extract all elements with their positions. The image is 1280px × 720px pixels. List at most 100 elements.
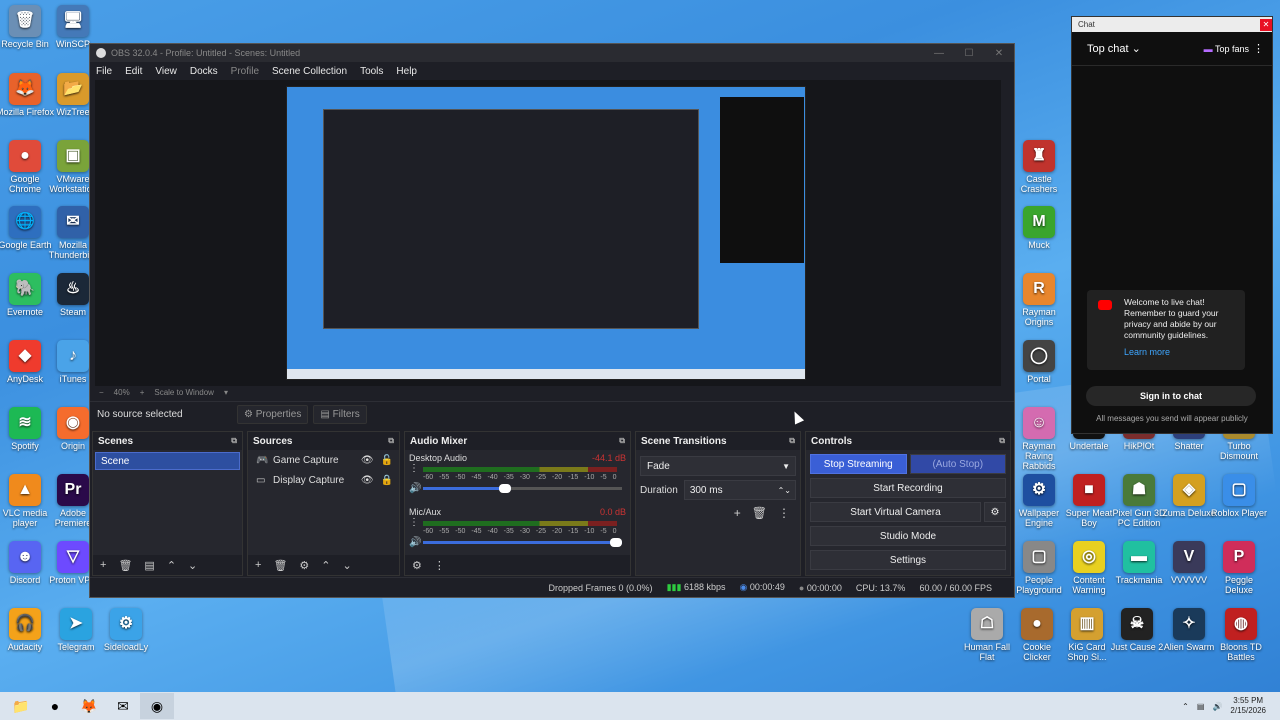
menu-profile[interactable]: Profile (231, 66, 259, 77)
mixer-channels: Desktop Audio -44.1 dB ⋮ -60 -55 -50 -45 -40 -35… (405, 450, 630, 548)
more-options-icon[interactable]: ⋮ (409, 517, 423, 528)
desktop-icon[interactable]: P Peggle Deluxe (1210, 541, 1268, 595)
source-row-display-capture[interactable]: ▭ Display Capture 👁 🔒 (248, 470, 399, 490)
desktop-icon[interactable]: ♜ Castle Crashers (1010, 140, 1068, 194)
desktop-icon[interactable]: 🎧 Audacity (0, 608, 54, 652)
add-icon[interactable]: + (255, 559, 261, 571)
lock-icon[interactable]: 🔒 (381, 475, 393, 486)
arrow-down-icon[interactable]: ⌄ (188, 559, 197, 572)
more-options-icon[interactable]: ⋮ (778, 506, 790, 520)
app-icon: ▽ (57, 541, 89, 573)
settings-button[interactable]: Settings (810, 550, 1006, 570)
desktop-icon[interactable]: R Rayman Origins (1010, 273, 1068, 327)
volume-icon[interactable]: 🔊 (1212, 702, 1222, 711)
app-icon: ▢ (1223, 474, 1255, 506)
sign-in-button[interactable]: Sign in to chat (1086, 386, 1256, 406)
top-chat-dropdown[interactable]: Top chat ⌄ (1087, 42, 1141, 55)
maximize-icon[interactable]: ☐ (954, 48, 984, 59)
clock[interactable]: 3:55 PM 2/15/2026 (1230, 696, 1266, 716)
properties-button[interactable]: ⚙ Properties (237, 405, 309, 424)
duration-input[interactable]: 300 ms ⌃⌄ (683, 480, 796, 500)
advanced-audio-icon[interactable]: ⚙ (412, 559, 422, 572)
trash-icon[interactable]: 🗑 (273, 559, 287, 572)
unlock-icon[interactable]: 🔓 (381, 455, 393, 466)
menu-view[interactable]: View (155, 66, 177, 77)
taskbar-thunderbird-icon[interactable]: ✉ (106, 693, 140, 719)
bitrate: 6188 kbps (683, 582, 726, 592)
scene-item[interactable]: Scene (95, 452, 240, 470)
nested-obs-window (323, 109, 699, 329)
volume-slider[interactable] (423, 538, 622, 547)
desktop-icon[interactable]: ☠ Just Cause 2 (1108, 608, 1166, 652)
trash-icon[interactable]: 🗑 (752, 506, 767, 520)
desktop-icon[interactable]: ◯ Portal (1010, 340, 1068, 384)
stepper-icon[interactable]: ⌃⌄ (778, 486, 791, 495)
close-icon[interactable]: ✕ (1260, 18, 1272, 31)
add-icon[interactable]: + (100, 559, 106, 571)
menu-file[interactable]: File (96, 66, 112, 77)
tray-chevron-icon[interactable]: ⌃ (1182, 702, 1189, 711)
top-fans-button[interactable]: ▬ Top fans (1204, 44, 1249, 54)
taskbar-file-explorer-icon[interactable]: 📁 (4, 693, 38, 719)
sources-dock: Sources ⧉ 🎮 Game Capture 👁 🔓 ▭ Display Cap… (247, 431, 400, 576)
undock-icon[interactable]: ⧉ (789, 436, 795, 446)
more-options-icon[interactable]: ⋮ (409, 463, 423, 474)
filter-icon[interactable]: ▤ (144, 559, 154, 572)
desktop-icon[interactable]: ◍ Bloons TD Battles (1212, 608, 1270, 662)
gear-icon[interactable]: ⚙ (299, 559, 309, 572)
speaker-icon[interactable]: 🔊 (409, 537, 423, 548)
duration-label: Duration (640, 484, 678, 496)
taskbar-obs-icon[interactable]: ◉ (140, 693, 174, 719)
slider-handle[interactable] (498, 484, 511, 493)
minimize-icon[interactable]: — (924, 48, 954, 59)
arrow-up-icon[interactable]: ⌃ (167, 559, 176, 572)
taskbar-chrome-icon[interactable]: ● (38, 693, 72, 719)
start-recording-button[interactable]: Start Recording (810, 478, 1006, 498)
studio-mode-button[interactable]: Studio Mode (810, 526, 1006, 546)
slider-handle[interactable] (610, 538, 622, 547)
close-icon[interactable]: ✕ (984, 48, 1014, 59)
menu-help[interactable]: Help (396, 66, 417, 77)
controls-title: Controls (811, 435, 853, 447)
start-virtual-camera-button[interactable]: Start Virtual Camera (810, 502, 981, 522)
filters-button[interactable]: ▤ Filters (313, 405, 367, 424)
arrow-down-icon[interactable]: ⌄ (343, 559, 352, 572)
auto-stop-button[interactable]: (Auto Stop) (909, 454, 1006, 474)
zoom-in-button[interactable]: + (140, 388, 145, 397)
source-row-game-capture[interactable]: 🎮 Game Capture 👁 🔓 (248, 450, 399, 470)
chevron-down-icon[interactable]: ▾ (224, 388, 228, 397)
network-icon[interactable]: ▤ (1197, 702, 1205, 711)
eye-icon[interactable]: 👁 (361, 475, 374, 486)
undock-icon[interactable]: ⧉ (999, 436, 1005, 446)
volume-slider[interactable] (423, 484, 622, 493)
arrow-up-icon[interactable]: ⌃ (321, 559, 330, 572)
more-options-icon[interactable]: ⋮ (434, 559, 445, 572)
learn-more-link[interactable]: Learn more (1124, 347, 1237, 358)
speaker-icon[interactable]: 🔊 (409, 483, 423, 494)
virtual-camera-settings-icon[interactable]: ⚙ (984, 502, 1006, 522)
preview-canvas[interactable] (95, 80, 1001, 386)
menu-tools[interactable]: Tools (360, 66, 383, 77)
desktop-icon[interactable]: ⚙ SideloadLy (97, 608, 155, 652)
desktop-icon[interactable]: M Muck (1010, 206, 1068, 250)
app-icon: Pr (57, 474, 89, 506)
desktop-icon[interactable]: ▢ Roblox Player (1210, 474, 1268, 518)
stop-streaming-button[interactable]: Stop Streaming (810, 454, 907, 474)
trash-icon[interactable]: 🗑 (118, 559, 132, 572)
taskbar-firefox-icon[interactable]: 🦊 (72, 693, 106, 719)
zoom-out-button[interactable]: − (99, 388, 104, 397)
desktop-icon[interactable]: ✧ Alien Swarm (1160, 608, 1218, 652)
eye-icon[interactable]: 👁 (361, 455, 374, 466)
obs-titlebar: OBS 32.0.4 - Profile: Untitled - Scenes:… (90, 44, 1014, 62)
undock-icon[interactable]: ⧉ (231, 436, 237, 446)
preview-frame[interactable] (286, 86, 806, 380)
transition-select[interactable]: Fade ▼ (640, 456, 796, 476)
more-options-icon[interactable]: ⋮ (1253, 42, 1264, 55)
scale-mode-select[interactable]: Scale to Window (154, 388, 214, 397)
undock-icon[interactable]: ⧉ (388, 436, 394, 446)
undock-icon[interactable]: ⧉ (619, 436, 625, 446)
menu-edit[interactable]: Edit (125, 66, 142, 77)
add-icon[interactable]: + (734, 506, 741, 520)
menu-docks[interactable]: Docks (190, 66, 218, 77)
menu-scene-collection[interactable]: Scene Collection (272, 66, 347, 77)
